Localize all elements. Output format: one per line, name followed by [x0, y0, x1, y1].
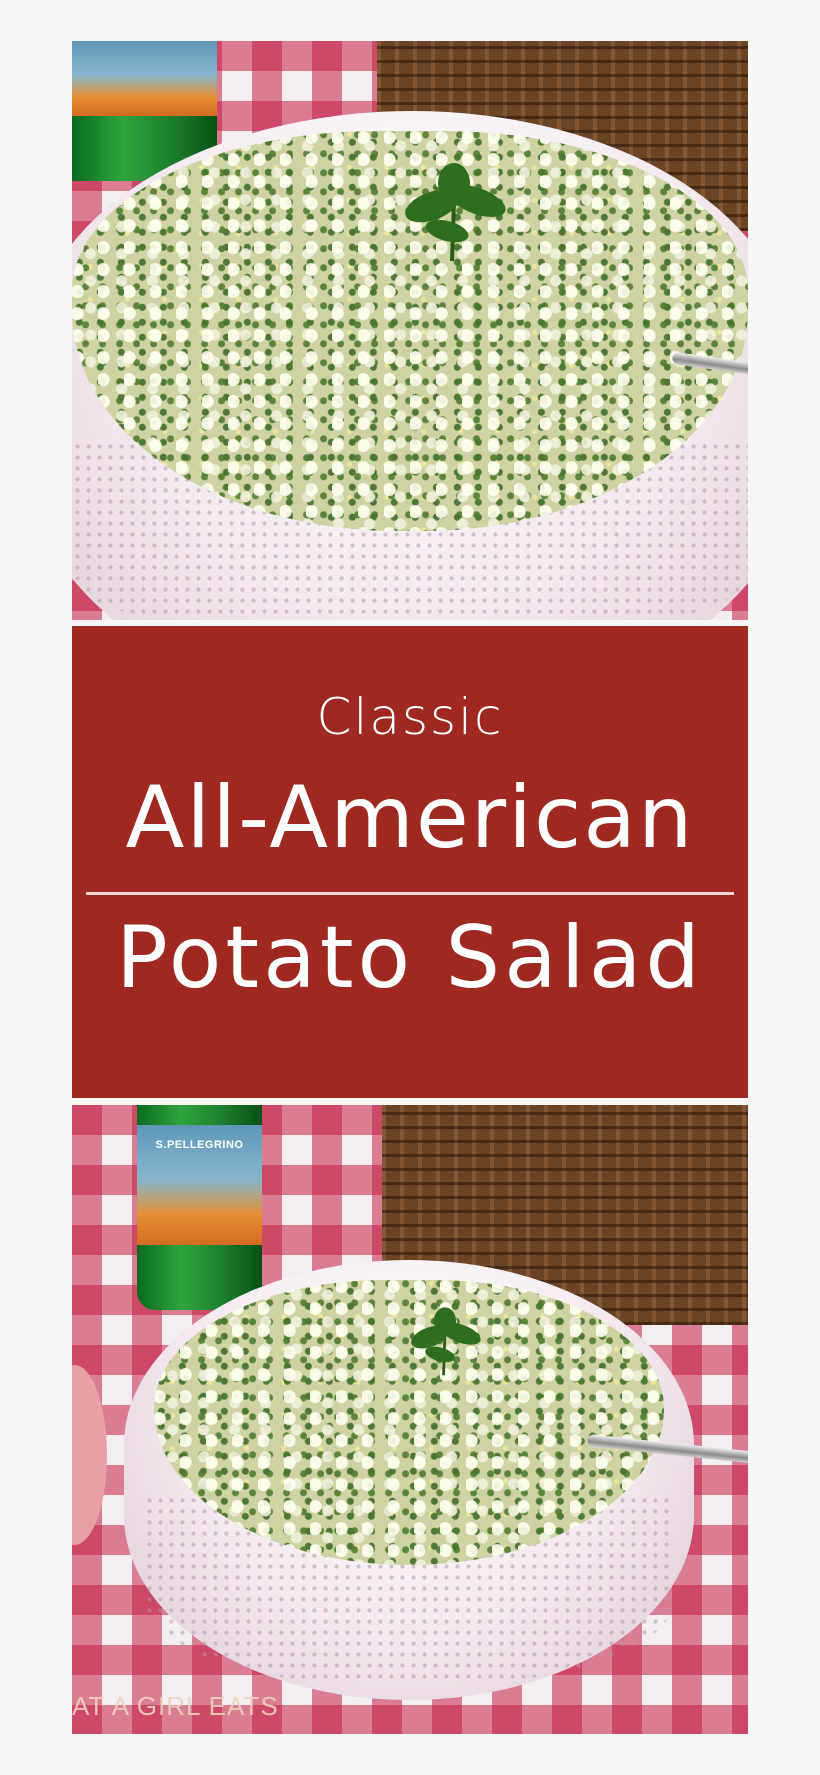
parsley-garnish-icon [411, 1307, 481, 1376]
mineral-water-bottle: S.PELLEGRINO [137, 1105, 262, 1310]
parsley-garnish-icon [405, 163, 506, 262]
bottom-photo: S.PELLEGRINO AT A GIRL EATS [72, 1105, 748, 1734]
title-line-classic: Classic [316, 688, 504, 746]
top-photo [72, 41, 748, 620]
title-divider [86, 892, 734, 895]
watermark: AT A GIRL EATS [72, 1691, 279, 1721]
title-line-all-american: All-American [125, 768, 695, 868]
title-line-potato-salad: Potato Salad [116, 908, 704, 1008]
title-banner: Classic All-American Potato Salad [72, 626, 748, 1098]
bottle-label-text: S.PELLEGRINO [155, 1139, 244, 1151]
